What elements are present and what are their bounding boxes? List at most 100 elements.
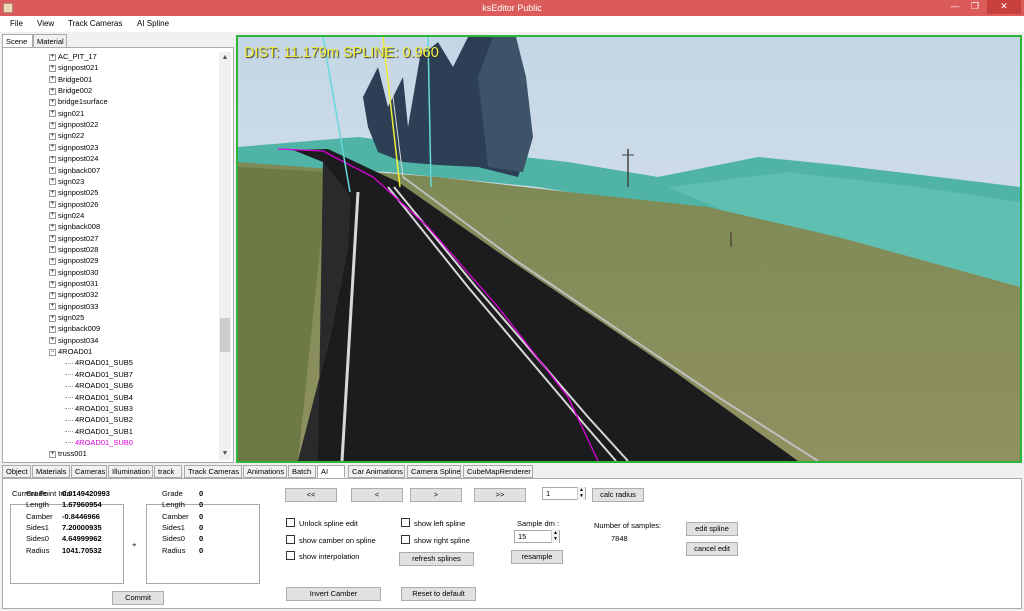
tree-item[interactable]: + signpost023 <box>49 143 98 154</box>
tree-item[interactable]: + signpost034 <box>49 336 98 347</box>
tree-scrollbar[interactable]: ▲ ▼ <box>219 52 231 460</box>
tree-item[interactable]: 4ROAD01_SUB3 <box>65 404 133 415</box>
collapse-icon[interactable]: − <box>49 348 56 356</box>
show-interpolation-checkbox[interactable] <box>286 551 295 560</box>
cancel-edit-button[interactable]: cancel edit <box>686 542 738 556</box>
tree-item[interactable]: 4ROAD01_SUB0 <box>65 438 133 449</box>
resample-button[interactable]: resample <box>511 550 563 564</box>
expand-icon[interactable]: + <box>49 280 56 288</box>
tree-item[interactable]: + signpost029 <box>49 256 98 267</box>
menu-view[interactable]: View <box>37 19 54 28</box>
expand-icon[interactable]: + <box>49 155 56 163</box>
tab-track[interactable]: track <box>154 465 182 478</box>
tree-item[interactable]: + signpost032 <box>49 290 98 301</box>
tree-item[interactable]: + signpost028 <box>49 245 98 256</box>
tab-scene[interactable]: Scene <box>2 34 33 48</box>
expand-icon[interactable]: + <box>49 53 56 61</box>
tab-car-animations[interactable]: Car Animations <box>348 465 405 478</box>
tab-camera-spline[interactable]: Camera Spline <box>407 465 461 478</box>
expand-icon[interactable]: + <box>49 257 56 265</box>
tree-item[interactable]: + signpost033 <box>49 302 98 313</box>
expand-icon[interactable]: + <box>49 235 56 243</box>
step-spinner-icon[interactable]: ▲ ▼ <box>577 487 585 500</box>
maximize-button[interactable]: ❐ <box>966 0 984 14</box>
tree-item[interactable]: + signpost024 <box>49 154 98 165</box>
expand-icon[interactable]: + <box>49 178 56 186</box>
tab-materials[interactable]: Materials <box>32 465 70 478</box>
tree-item[interactable]: + Bridge002 <box>49 86 92 97</box>
tree-item[interactable]: 4ROAD01_SUB5 <box>65 358 133 369</box>
tab-batch[interactable]: Batch <box>288 465 316 478</box>
tree-item[interactable]: + sign024 <box>49 211 84 222</box>
unlock-spline-edit-checkbox[interactable] <box>286 518 295 527</box>
expand-icon[interactable]: + <box>49 76 56 84</box>
menu-ai-spline[interactable]: AI Spline <box>137 19 169 28</box>
invert-camber-button[interactable]: Invert Camber <box>286 587 381 601</box>
tree-item[interactable]: 4ROAD01_SUB7 <box>65 370 133 381</box>
prev-point-button[interactable]: < <box>351 488 403 502</box>
first-point-button[interactable]: << <box>285 488 337 502</box>
tree-item[interactable]: 4ROAD01_SUB2 <box>65 415 133 426</box>
commit-button[interactable]: Commit <box>112 591 164 605</box>
expand-icon[interactable]: + <box>49 223 56 231</box>
tree-item[interactable]: + signpost022 <box>49 120 98 131</box>
expand-icon[interactable]: + <box>49 303 56 311</box>
tab-material[interactable]: Material <box>33 34 67 48</box>
scene-tree[interactable]: + AC_PIT_17 + signpost021 + Bridge001 + Bridge0… <box>7 52 217 460</box>
expand-icon[interactable]: + <box>49 314 56 322</box>
scroll-thumb[interactable] <box>220 318 230 352</box>
expand-icon[interactable]: + <box>49 144 56 152</box>
refresh-splines-button[interactable]: refresh splines <box>399 552 474 566</box>
tab-object[interactable]: Object <box>2 465 31 478</box>
reset-default-button[interactable]: Reset to default <box>401 587 476 601</box>
tab-cameras[interactable]: Cameras <box>71 465 107 478</box>
scroll-down-icon[interactable]: ▼ <box>219 448 231 460</box>
tree-item[interactable]: + sign023 <box>49 177 84 188</box>
expand-icon[interactable]: + <box>49 98 56 106</box>
tab-track-cameras[interactable]: Track Cameras <box>184 465 242 478</box>
tree-item[interactable]: + AC_PIT_17 <box>49 52 97 63</box>
expand-icon[interactable]: + <box>49 337 56 345</box>
tree-item[interactable]: + signpost025 <box>49 188 98 199</box>
expand-icon[interactable]: + <box>49 291 56 299</box>
tree-item[interactable]: + sign022 <box>49 131 84 142</box>
expand-icon[interactable]: + <box>49 450 56 458</box>
scroll-up-icon[interactable]: ▲ <box>219 52 231 64</box>
tree-item[interactable]: + signback009 <box>49 324 100 335</box>
tree-item[interactable]: 4ROAD01_SUB4 <box>65 393 133 404</box>
menu-track-cameras[interactable]: Track Cameras <box>68 19 122 28</box>
expand-icon[interactable]: + <box>49 64 56 72</box>
tree-item[interactable]: + sign025 <box>49 313 84 324</box>
expand-icon[interactable]: + <box>49 87 56 95</box>
expand-icon[interactable]: + <box>49 110 56 118</box>
tree-item[interactable]: + sign021 <box>49 109 84 120</box>
show-left-spline-checkbox[interactable] <box>401 518 410 527</box>
3d-viewport[interactable]: DIST: 11.179m SPLINE: 0.960 <box>236 35 1022 463</box>
sample-spinner-icon[interactable]: ▲ ▼ <box>551 530 559 543</box>
expand-icon[interactable]: + <box>49 246 56 254</box>
expand-icon[interactable]: + <box>49 201 56 209</box>
expand-icon[interactable]: + <box>49 132 56 140</box>
tree-item[interactable]: + signpost030 <box>49 268 98 279</box>
tab-animations[interactable]: Animations <box>243 465 287 478</box>
close-button[interactable]: ✕ <box>987 0 1021 14</box>
minimize-button[interactable]: — <box>946 0 964 14</box>
expand-icon[interactable]: + <box>49 167 56 175</box>
tree-item[interactable]: + Bridge001 <box>49 75 92 86</box>
show-right-spline-checkbox[interactable] <box>401 535 410 544</box>
tree-item[interactable]: + truss001 <box>49 449 87 460</box>
tab-ai[interactable]: AI <box>317 465 345 478</box>
show-camber-checkbox[interactable] <box>286 535 295 544</box>
expand-icon[interactable]: + <box>49 269 56 277</box>
menu-file[interactable]: File <box>10 19 23 28</box>
tree-item[interactable]: + signpost031 <box>49 279 98 290</box>
tree-item[interactable]: + signpost021 <box>49 63 98 74</box>
next-point-button[interactable]: > <box>410 488 462 502</box>
expand-icon[interactable]: + <box>49 189 56 197</box>
expand-icon[interactable]: + <box>49 212 56 220</box>
tree-item[interactable]: 4ROAD01_SUB6 <box>65 381 133 392</box>
tree-item[interactable]: 4ROAD01_SUB1 <box>65 427 133 438</box>
last-point-button[interactable]: >> <box>474 488 526 502</box>
tree-item[interactable]: + signpost027 <box>49 234 98 245</box>
tree-item[interactable]: + bridge1surface <box>49 97 108 108</box>
